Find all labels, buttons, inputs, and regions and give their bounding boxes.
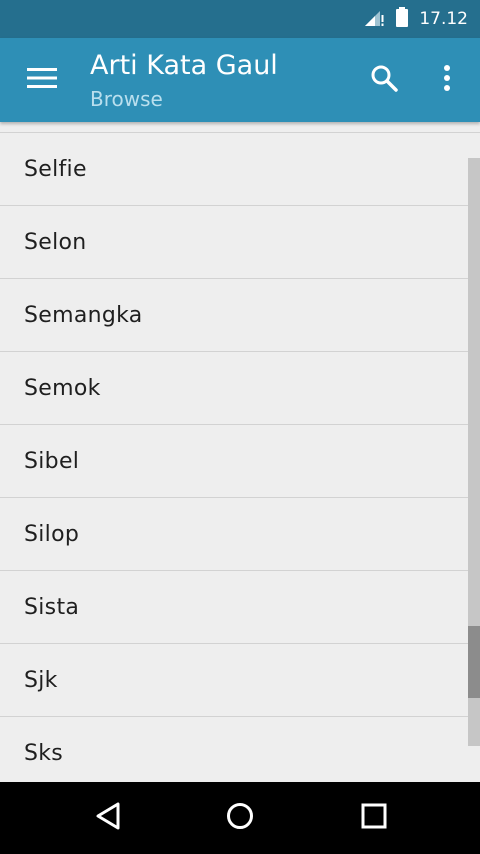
- title-block: Arti Kata Gaul Browse: [90, 48, 278, 112]
- recents-button[interactable]: [354, 798, 394, 838]
- status-bar: 17.12: [0, 0, 480, 38]
- overflow-menu-button[interactable]: [425, 58, 469, 102]
- list-item[interactable]: Sibel: [0, 425, 480, 498]
- list-item[interactable]: Sks: [0, 717, 480, 782]
- list-item-label: Sks: [24, 740, 64, 766]
- scrollbar-thumb[interactable]: [468, 626, 480, 698]
- home-icon: [226, 802, 254, 834]
- list-item[interactable]: Silop: [0, 498, 480, 571]
- list-item-label: Silop: [24, 521, 80, 547]
- app-bar: Arti Kata Gaul Browse: [0, 38, 480, 122]
- search-icon: [370, 64, 398, 96]
- app-title: Arti Kata Gaul: [90, 50, 278, 81]
- signal-no-data-icon: [363, 6, 385, 32]
- home-button[interactable]: [220, 798, 260, 838]
- list-item-label: Semangka: [24, 302, 143, 328]
- list-item[interactable]: Semok: [0, 352, 480, 425]
- back-icon: [94, 801, 122, 835]
- back-button[interactable]: [88, 798, 128, 838]
- list-item-label: Selon: [24, 229, 87, 255]
- menu-icon: [27, 67, 57, 93]
- list-item-label: Semok: [24, 375, 101, 401]
- list-item-label: Sista: [24, 594, 80, 620]
- menu-button[interactable]: [16, 58, 68, 102]
- list-item[interactable]: Sista: [0, 571, 480, 644]
- search-button[interactable]: [362, 58, 406, 102]
- word-list-container[interactable]: Selfie Selon Semangka Semok Sibel Silop …: [0, 122, 480, 782]
- app-subtitle: Browse: [90, 87, 163, 111]
- list-item[interactable]: Sjk: [0, 644, 480, 717]
- overflow-menu-icon: [443, 64, 451, 96]
- list-item-label: Sibel: [24, 448, 80, 474]
- system-navigation-bar: [0, 782, 480, 854]
- battery-icon: [395, 6, 409, 32]
- list-item-label: Selfie: [24, 156, 87, 182]
- list-item[interactable]: Selfie: [0, 133, 480, 206]
- recents-icon: [361, 803, 387, 833]
- status-icons: 17.12: [363, 7, 468, 31]
- scrollbar-track[interactable]: [468, 158, 480, 746]
- status-time: 17.12: [419, 9, 468, 29]
- list-item[interactable]: Semangka: [0, 279, 480, 352]
- word-list: Selfie Selon Semangka Semok Sibel Silop …: [0, 132, 480, 782]
- list-item[interactable]: Selon: [0, 206, 480, 279]
- list-item-label: Sjk: [24, 667, 58, 693]
